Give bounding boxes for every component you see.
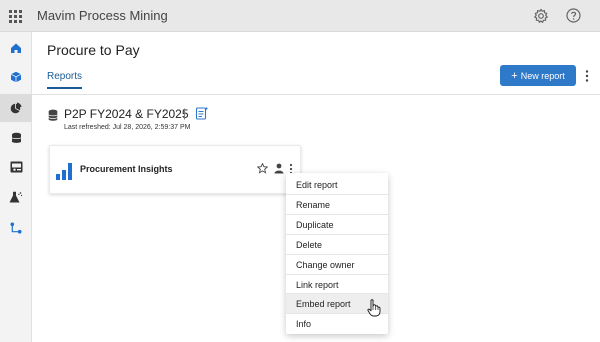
- home-icon: [11, 43, 21, 53]
- sidebar-item-cube[interactable]: [0, 63, 32, 91]
- process-flow-icon: [10, 222, 22, 234]
- menu-item-duplicate[interactable]: Duplicate: [286, 214, 388, 234]
- sidebar-item-reports[interactable]: [0, 94, 32, 122]
- sidebar-item-data[interactable]: [0, 124, 32, 152]
- hand-cursor-icon: [367, 299, 381, 317]
- menu-item-edit-report[interactable]: Edit report: [286, 175, 388, 195]
- new-report-label: New report: [520, 70, 565, 81]
- menu-item-rename[interactable]: Rename: [286, 194, 388, 214]
- menu-item-change-owner[interactable]: Change owner: [286, 254, 388, 274]
- sidebar-item-dashboard[interactable]: [0, 153, 32, 181]
- user-icon[interactable]: [274, 163, 284, 174]
- flask-icon: [9, 191, 23, 202]
- app-title: Mavim Process Mining: [37, 8, 168, 23]
- menu-item-delete[interactable]: Delete: [286, 234, 388, 254]
- sidebar: [0, 32, 32, 342]
- report-title: Procurement Insights: [80, 164, 173, 174]
- help-icon[interactable]: [566, 8, 581, 23]
- gear-icon[interactable]: [533, 8, 549, 24]
- plus-icon: +: [511, 69, 518, 82]
- pie-chart-icon: [10, 102, 22, 114]
- database-icon: [11, 132, 21, 143]
- star-icon[interactable]: [257, 163, 268, 174]
- menu-item-link-report[interactable]: Link report: [286, 274, 388, 294]
- dashboard-icon: [10, 161, 22, 173]
- header-divider: [32, 94, 600, 95]
- page-title: Procure to Pay: [47, 42, 140, 58]
- cube-icon: [10, 71, 22, 83]
- tab-reports[interactable]: Reports: [47, 71, 83, 89]
- dataset-title: P2P FY2024 & FY2025: [64, 107, 189, 121]
- last-refreshed-text: Last refreshed: Jul 28, 2026, 2:59:37 PM: [64, 124, 191, 131]
- bar-chart-icon: [56, 163, 72, 180]
- more-vertical-icon[interactable]: [583, 69, 591, 83]
- dataset-icon: [48, 109, 58, 121]
- new-report-button[interactable]: + New report: [500, 65, 576, 86]
- top-bar: Mavim Process Mining: [0, 0, 600, 32]
- sidebar-item-process[interactable]: [0, 214, 32, 242]
- apps-grid-icon[interactable]: [9, 10, 22, 23]
- sidebar-item-lab[interactable]: [0, 183, 32, 211]
- report-card[interactable]: Procurement Insights: [49, 145, 301, 194]
- dataset-separator: |: [183, 106, 187, 120]
- sidebar-item-home[interactable]: [0, 34, 32, 62]
- edit-document-icon[interactable]: [195, 106, 209, 120]
